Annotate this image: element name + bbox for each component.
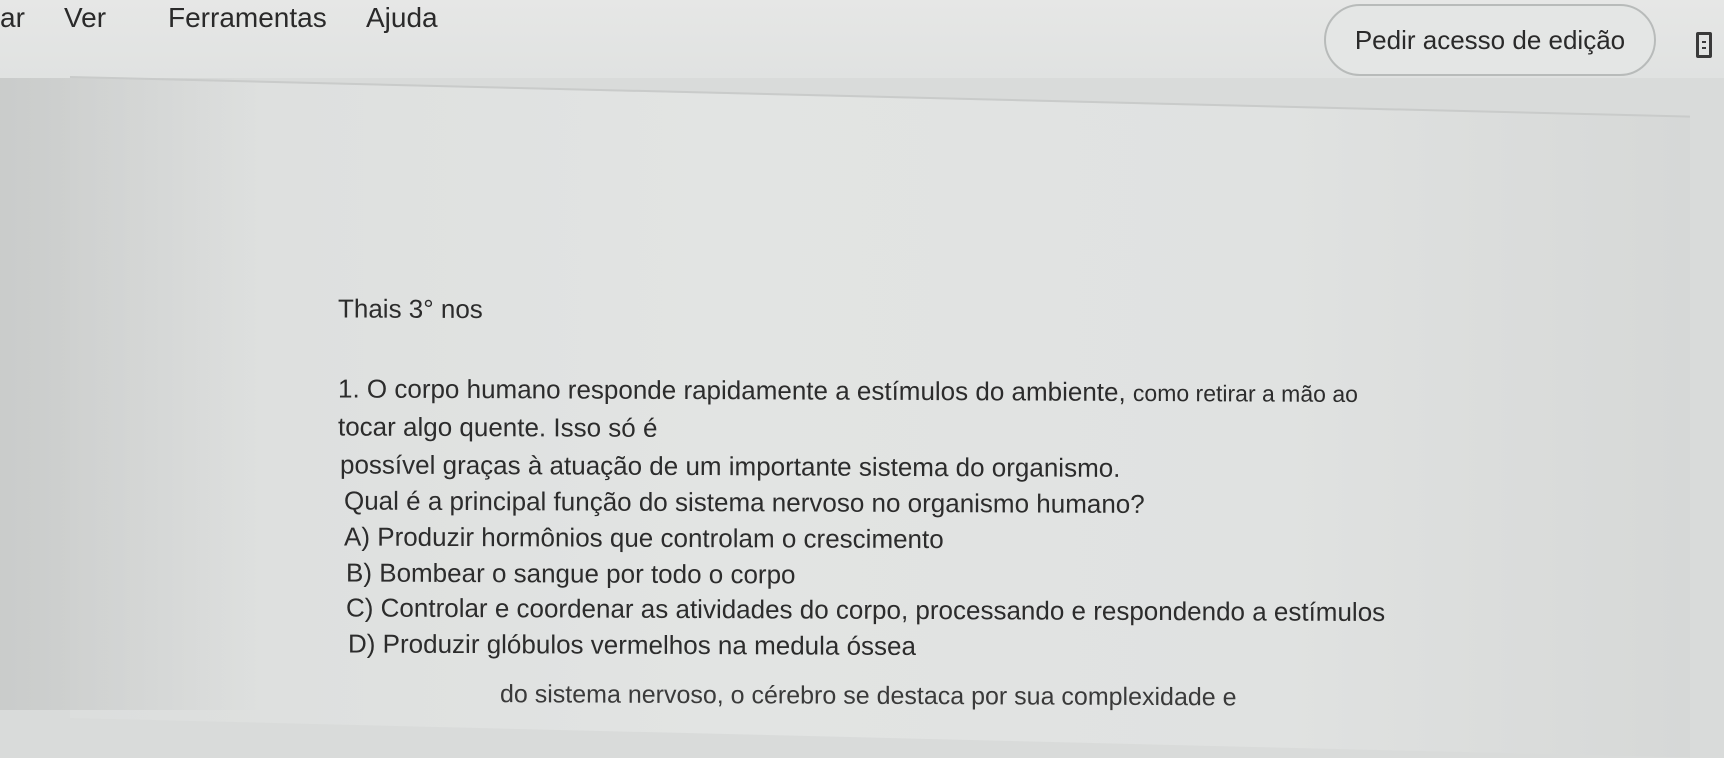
option-d: D) Produzir glóbulos vermelhos na medula… [348,628,916,661]
question-line-4: Qual é a principal função do sistema ner… [344,485,1145,519]
cut-off-text-line: do sistema nervoso, o cérebro se destaca… [500,680,1237,712]
option-c: C) Controlar e coordenar as atividades d… [346,592,1386,628]
document-body: Thais 3° nos 1. O corpo humano responde … [0,0,1724,718]
option-a: A) Produzir hormônios que controlam o cr… [344,521,944,555]
question-line-3: possível graças à atuação de um importan… [340,449,1121,483]
question-line-2: tocar algo quente. Isso só é [338,411,658,443]
question-line-1-main: 1. O corpo humano responde rapidamente a… [338,373,1133,407]
option-b: B) Bombear o sangue por todo o corpo [346,557,796,590]
student-name-line: Thais 3° nos [338,293,483,325]
question-line-1-tail: como retirar a mão ao [1132,379,1358,407]
question-line-1: 1. O corpo humano responde rapidamente a… [338,373,1358,408]
